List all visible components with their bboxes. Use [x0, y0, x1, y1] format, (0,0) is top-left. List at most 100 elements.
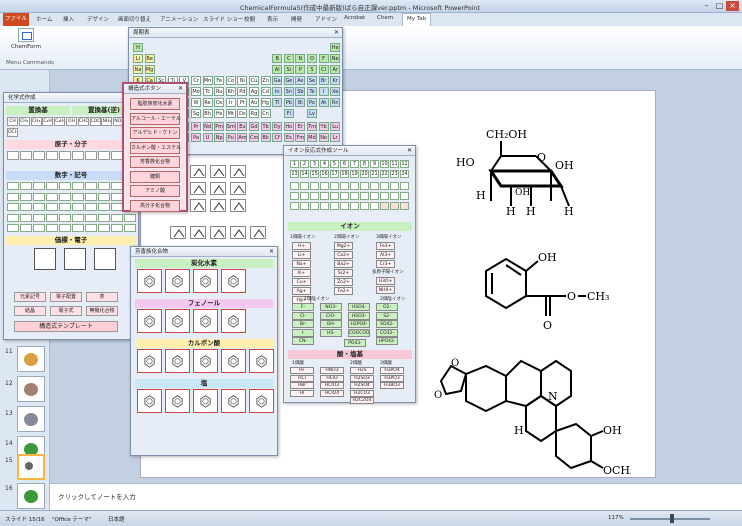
substituent-button[interactable]: COOH: [89, 117, 101, 126]
crystal-button[interactable]: 結晶: [14, 306, 46, 316]
element-Li[interactable]: Li: [133, 54, 143, 63]
element-Rg[interactable]: Rg: [249, 109, 259, 118]
tab-insert[interactable]: 挿入: [63, 15, 74, 23]
slide-thumbnail[interactable]: [17, 376, 45, 402]
structural-category-button[interactable]: 高分子化合物: [130, 199, 180, 212]
multi-cation-button[interactable]: NH4+: [376, 286, 395, 294]
number-symbol-button[interactable]: [124, 224, 136, 232]
cation-button[interactable]: Fe3+: [376, 242, 395, 250]
element-Rn[interactable]: Rn: [330, 98, 341, 107]
cation-button[interactable]: Al3+: [376, 251, 395, 259]
element-Mn[interactable]: Mn: [202, 76, 213, 85]
tab-file[interactable]: ファイル: [3, 13, 29, 26]
element-Al[interactable]: Al: [272, 65, 283, 74]
number-symbol-button[interactable]: [33, 203, 45, 211]
number-symbol-button[interactable]: [85, 213, 97, 222]
ion-number-button[interactable]: 7: [350, 160, 359, 168]
element-Mg[interactable]: Mg: [144, 65, 155, 74]
ion-number-button[interactable]: 9: [370, 160, 379, 168]
number-symbol-button[interactable]: [59, 192, 71, 201]
zoom-level[interactable]: 117%: [608, 515, 624, 521]
element-Po[interactable]: Po: [307, 98, 317, 107]
element-Sn[interactable]: Sn: [283, 87, 294, 96]
structure-template-button[interactable]: [190, 199, 206, 212]
number-symbol-button[interactable]: [33, 182, 45, 190]
ion-symbol-button[interactable]: [300, 202, 309, 210]
atom-button[interactable]: [46, 151, 58, 160]
anion-button[interactable]: HSO3-: [348, 311, 370, 320]
cation-button[interactable]: Cr3+: [376, 260, 395, 268]
cation-button[interactable]: Ag+: [292, 287, 311, 295]
ion-number-button[interactable]: 3: [310, 160, 319, 168]
ion-number-button[interactable]: 6: [340, 160, 349, 168]
anion-button[interactable]: SO42-: [376, 320, 398, 328]
ion-symbol-button[interactable]: [310, 182, 319, 190]
number-symbol-button[interactable]: [46, 213, 58, 222]
anion-button[interactable]: HS-: [320, 328, 342, 337]
acid-button[interactable]: H2CO3: [350, 389, 374, 397]
element-Cm[interactable]: Cm: [249, 133, 259, 142]
electron-formula-button[interactable]: 電子式: [50, 306, 82, 316]
element-Pm[interactable]: Pm: [214, 122, 225, 131]
element-No[interactable]: No: [318, 133, 329, 142]
ion-number-button[interactable]: 5: [330, 160, 339, 168]
structural-category-button[interactable]: 糖類: [130, 170, 180, 183]
structure-template-button[interactable]: [210, 226, 226, 239]
cation-button[interactable]: K+: [292, 269, 311, 277]
atom-button[interactable]: [72, 151, 84, 160]
number-symbol-button[interactable]: [7, 213, 19, 222]
ion-symbol-button[interactable]: [400, 202, 409, 210]
cation-button[interactable]: Zn2+: [334, 278, 353, 286]
number-symbol-button[interactable]: [20, 213, 32, 222]
number-symbol-button[interactable]: [33, 192, 45, 201]
anion-button[interactable]: COOCOO-: [348, 328, 370, 337]
substituent-button[interactable]: CH₃: [30, 117, 42, 126]
element-Ar[interactable]: Ar: [330, 65, 341, 74]
element-Bh[interactable]: Bh: [202, 109, 213, 118]
number-symbol-button[interactable]: [7, 182, 19, 190]
close-icon[interactable]: ×: [726, 1, 739, 11]
number-symbol-button[interactable]: [46, 203, 58, 211]
number-symbol-button[interactable]: [20, 203, 32, 211]
ion-symbol-button[interactable]: [380, 202, 389, 210]
number-symbol-button[interactable]: [111, 213, 123, 222]
maximize-icon[interactable]: □: [713, 1, 726, 11]
ion-symbol-button[interactable]: [360, 182, 369, 190]
ion-symbol-button[interactable]: [290, 192, 299, 200]
ion-symbol-button[interactable]: [350, 182, 359, 190]
ion-number-button[interactable]: 21: [370, 170, 379, 178]
acid-button[interactable]: H2S: [350, 367, 374, 374]
number-symbol-button[interactable]: [98, 182, 110, 190]
number-symbol-button[interactable]: [72, 192, 84, 201]
ion-symbol-button[interactable]: [310, 202, 319, 210]
number-symbol-button[interactable]: [59, 213, 71, 222]
element-Co[interactable]: Co: [225, 76, 236, 85]
number-symbol-button[interactable]: [98, 203, 110, 211]
number-symbol-button[interactable]: [46, 224, 58, 232]
atom-button[interactable]: [59, 151, 71, 160]
aromatic-structure-button[interactable]: [193, 269, 218, 293]
cation-button[interactable]: Li+: [292, 251, 311, 259]
acid-button[interactable]: H3PO3: [380, 374, 404, 382]
element-Cd[interactable]: Cd: [260, 87, 271, 96]
element-Pb[interactable]: Pb: [283, 98, 294, 107]
ion-symbol-button[interactable]: [320, 192, 329, 200]
tab-chem[interactable]: Chem: [377, 15, 393, 21]
ion-number-button[interactable]: 16: [320, 170, 329, 178]
number-symbol-button[interactable]: [124, 213, 136, 222]
atom-button[interactable]: [7, 151, 19, 160]
number-symbol-button[interactable]: [33, 213, 45, 222]
element-Tl[interactable]: Tl: [272, 98, 283, 107]
tab-acrobat[interactable]: Acrobat: [344, 15, 365, 21]
structure-template-button[interactable]: [230, 165, 246, 178]
element-Si[interactable]: Si: [283, 65, 294, 74]
structure-template-button[interactable]: [210, 165, 226, 178]
anion-button[interactable]: I-: [292, 328, 314, 337]
element-Ds[interactable]: Ds: [237, 109, 248, 118]
ion-symbol-button[interactable]: [380, 192, 389, 200]
number-symbol-button[interactable]: [33, 224, 45, 232]
aromatic-structure-button[interactable]: [249, 389, 274, 413]
structure-template-button[interactable]: [190, 226, 206, 239]
aromatic-structure-button[interactable]: [137, 389, 162, 413]
ion-symbol-button[interactable]: [390, 192, 399, 200]
